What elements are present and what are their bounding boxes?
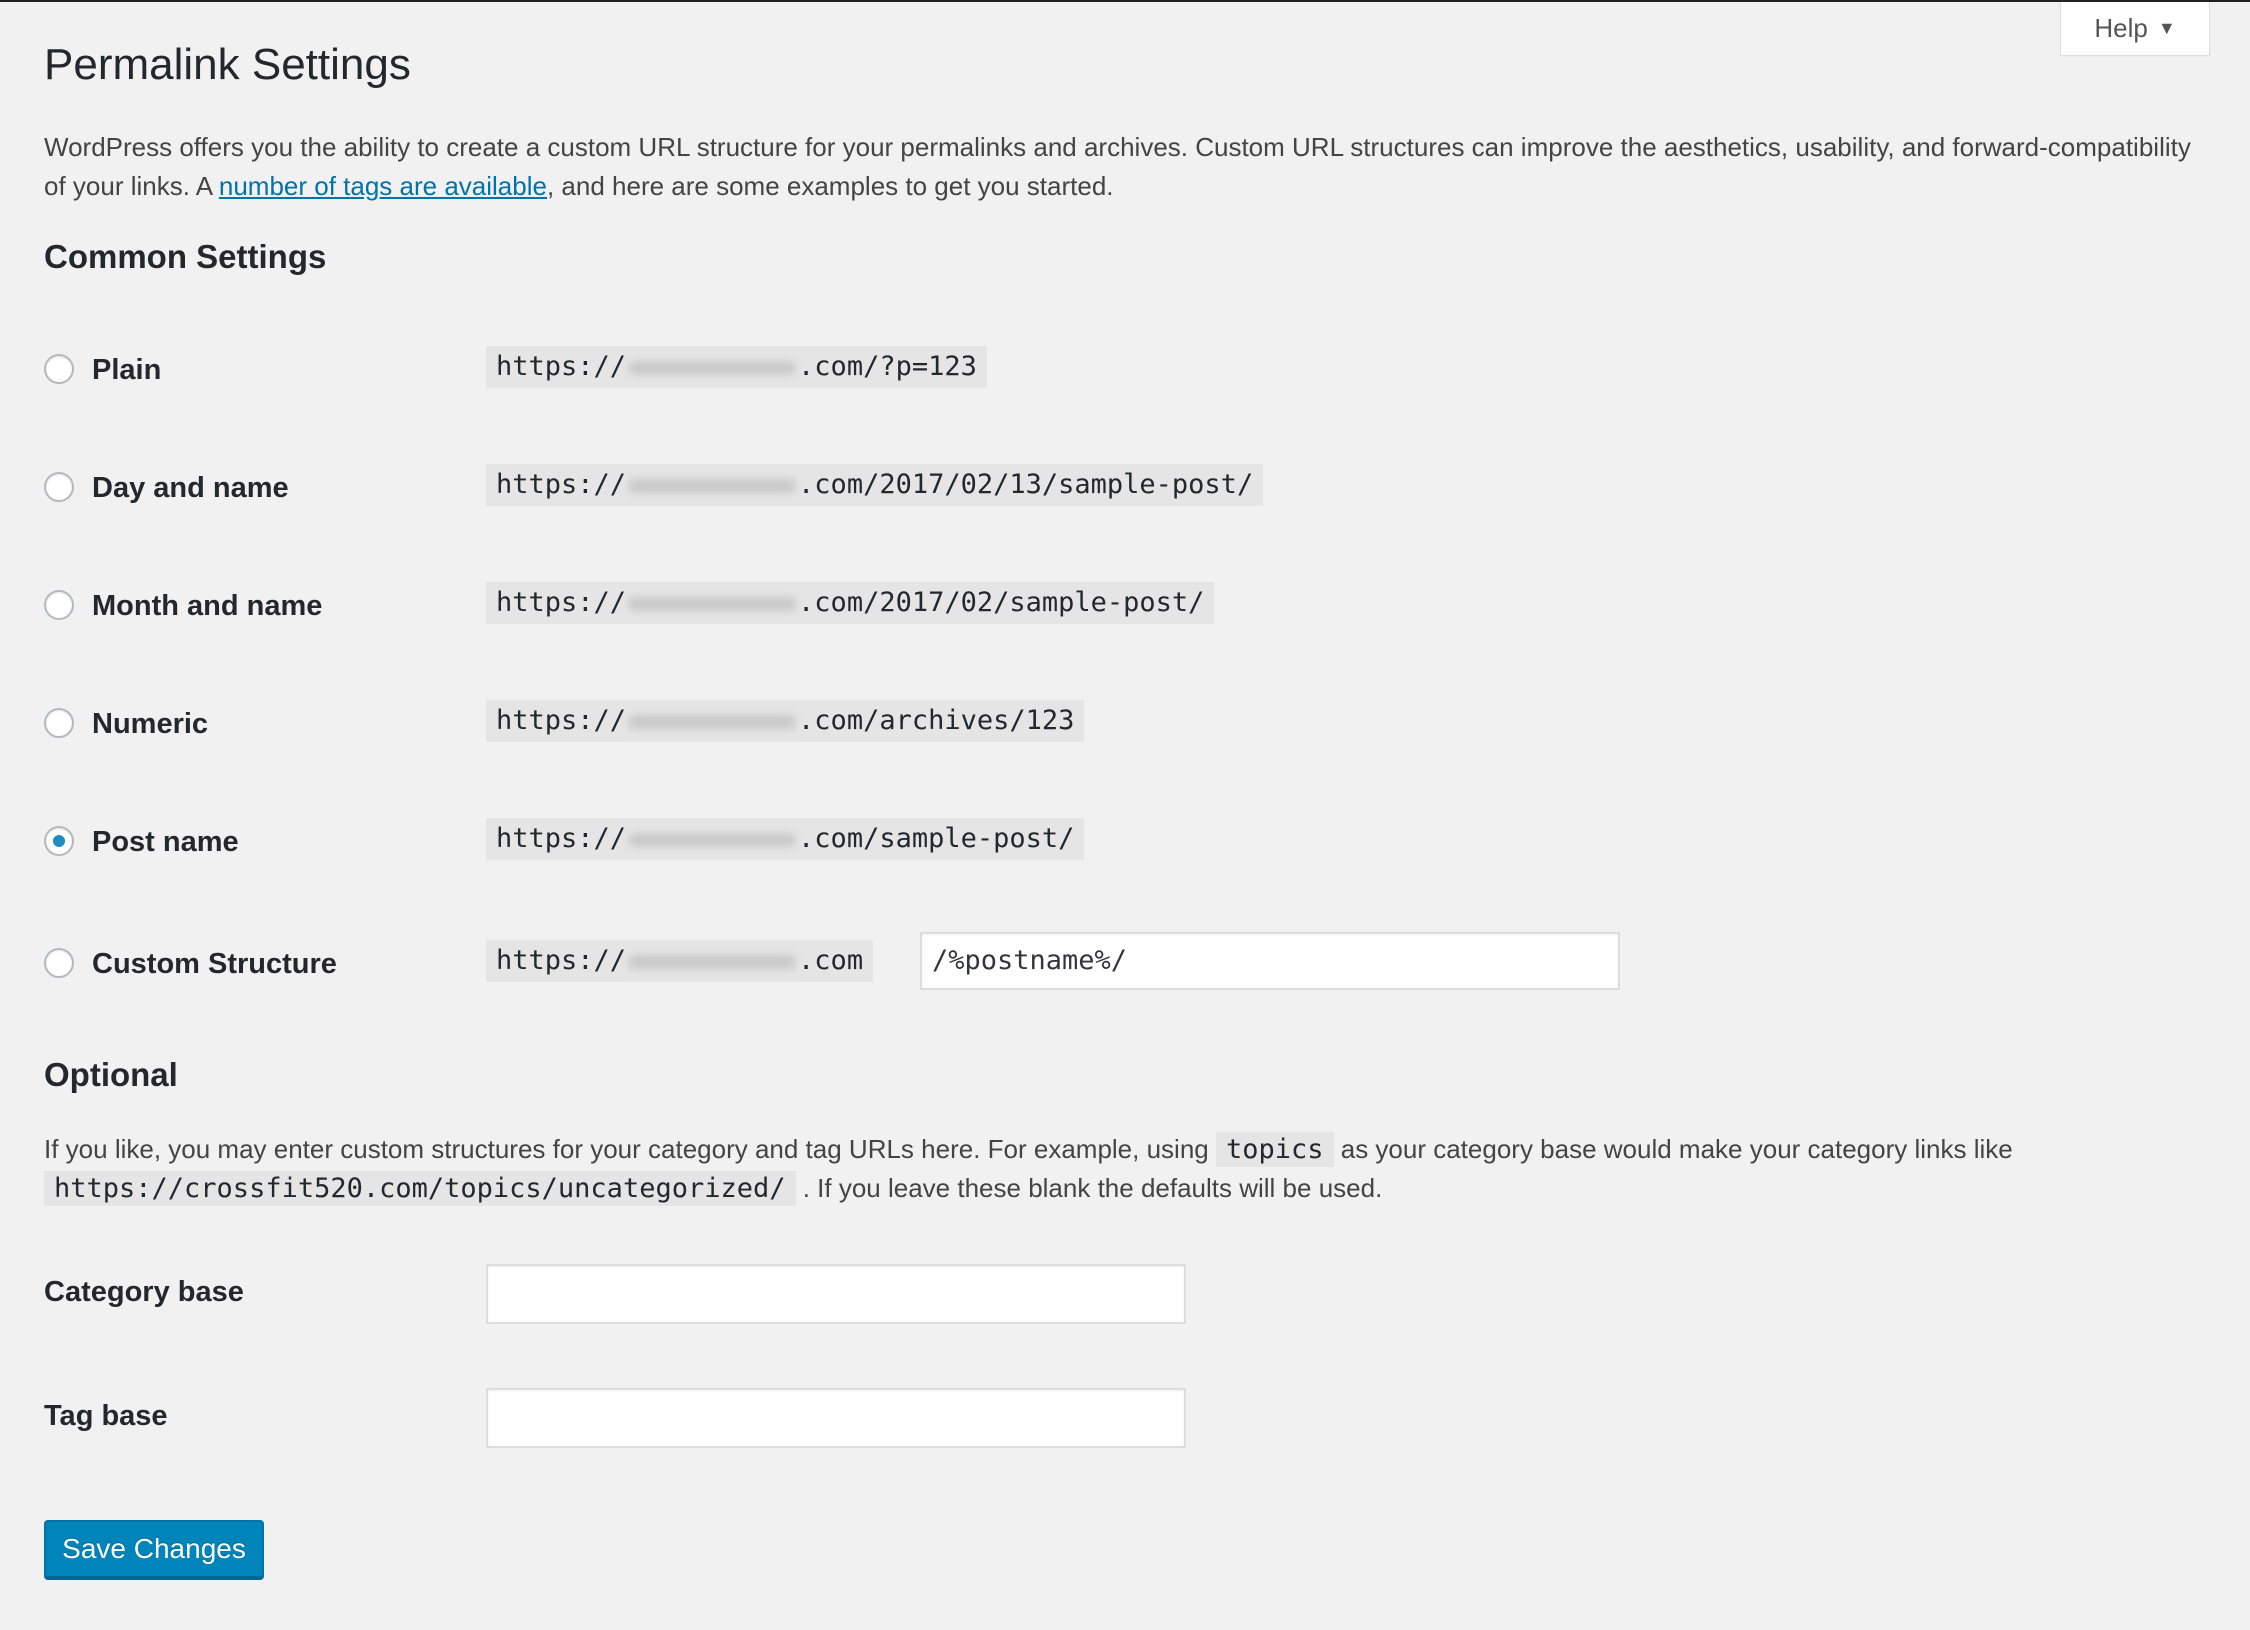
caret-down-icon: ▼	[2157, 18, 2176, 38]
custom-structure-input[interactable]: /%postname%/	[920, 932, 1620, 990]
top-border	[0, 0, 2250, 2]
category-base-row: Category base	[44, 1264, 2204, 1324]
blurred-domain	[628, 954, 797, 969]
url-example: https:// .com/archives/123	[486, 700, 1085, 742]
option-label[interactable]: Day and name	[92, 472, 289, 505]
permalink-option-month-and-name[interactable]: Month and name https:// .com/2017/02/samp…	[44, 582, 2204, 632]
url-example: https:// .com/sample-post/	[486, 818, 1085, 860]
blurred-domain	[628, 596, 797, 611]
radio-plain[interactable]	[44, 354, 74, 384]
common-settings-heading: Common Settings	[44, 238, 327, 275]
intro-text: WordPress offers you the ability to crea…	[44, 128, 2204, 206]
option-label[interactable]: Plain	[92, 354, 161, 387]
radio-numeric[interactable]	[44, 708, 74, 738]
radio-custom-structure[interactable]	[44, 948, 74, 978]
help-label: Help	[2094, 13, 2148, 43]
permalink-option-day-and-name[interactable]: Day and name https:// .com/2017/02/13/sam…	[44, 464, 2204, 514]
url-suffix: .com/archives/123	[798, 705, 1075, 736]
code-example-url: https://crossfit520.com/topics/uncategor…	[44, 1171, 796, 1206]
option-label[interactable]: Custom Structure	[92, 948, 337, 981]
url-suffix: .com/2017/02/sample-post/	[798, 587, 1205, 618]
help-tab[interactable]: Help ▼	[2060, 2, 2210, 56]
url-prefix: https://	[496, 945, 627, 976]
tags-available-link[interactable]: number of tags are available	[219, 171, 547, 201]
radio-month-and-name[interactable]	[44, 590, 74, 620]
option-label[interactable]: Numeric	[92, 708, 208, 741]
save-changes-button[interactable]: Save Changes	[44, 1520, 264, 1578]
radio-post-name[interactable]	[44, 826, 74, 856]
url-suffix: .com/?p=123	[798, 351, 977, 382]
url-prefix: https://	[496, 469, 627, 500]
url-example: https:// .com/?p=123	[486, 346, 987, 388]
url-suffix: .com/2017/02/13/sample-post/	[798, 469, 1254, 500]
url-suffix: .com/sample-post/	[798, 823, 1075, 854]
permalink-option-numeric[interactable]: Numeric https:// .com/archives/123	[44, 700, 2204, 750]
blurred-domain	[628, 714, 797, 729]
url-suffix: .com	[798, 945, 864, 976]
option-label[interactable]: Month and name	[92, 590, 322, 623]
permalink-option-post-name[interactable]: Post name https:// .com/sample-post/	[44, 818, 2204, 868]
option-label[interactable]: Post name	[92, 826, 239, 859]
optional-text-3: . If you leave these blank the defaults …	[795, 1173, 1383, 1203]
intro-text-end: , and here are some examples to get you …	[546, 171, 1114, 201]
url-prefix: https://	[496, 351, 627, 382]
blurred-domain	[628, 478, 797, 493]
radio-day-and-name[interactable]	[44, 472, 74, 502]
url-example: https:// .com/2017/02/sample-post/	[486, 582, 1215, 624]
tag-base-row: Tag base	[44, 1388, 2204, 1448]
code-topics: topics	[1215, 1132, 1334, 1167]
blurred-domain	[628, 360, 797, 375]
optional-text-1: If you like, you may enter custom struct…	[44, 1134, 1216, 1164]
permalink-option-custom-structure[interactable]: Custom Structure https:// .com /%postname…	[44, 932, 2204, 990]
category-base-input[interactable]	[486, 1264, 1186, 1324]
url-prefix: https://	[496, 823, 627, 854]
tag-base-input[interactable]	[486, 1388, 1186, 1448]
optional-text-2: as your category base would make your ca…	[1333, 1134, 2013, 1164]
optional-heading: Optional	[44, 1056, 178, 1093]
category-base-label: Category base	[44, 1276, 244, 1308]
blurred-domain	[628, 832, 797, 847]
permalink-option-plain[interactable]: Plain https:// .com/?p=123	[44, 346, 2204, 396]
tag-base-label: Tag base	[44, 1400, 168, 1432]
url-prefix: https://	[496, 587, 627, 618]
url-example: https:// .com	[486, 940, 874, 982]
url-prefix: https://	[496, 705, 627, 736]
url-example: https:// .com/2017/02/13/sample-post/	[486, 464, 1264, 506]
page-title: Permalink Settings	[44, 40, 411, 89]
optional-description: If you like, you may enter custom struct…	[44, 1130, 2204, 1208]
